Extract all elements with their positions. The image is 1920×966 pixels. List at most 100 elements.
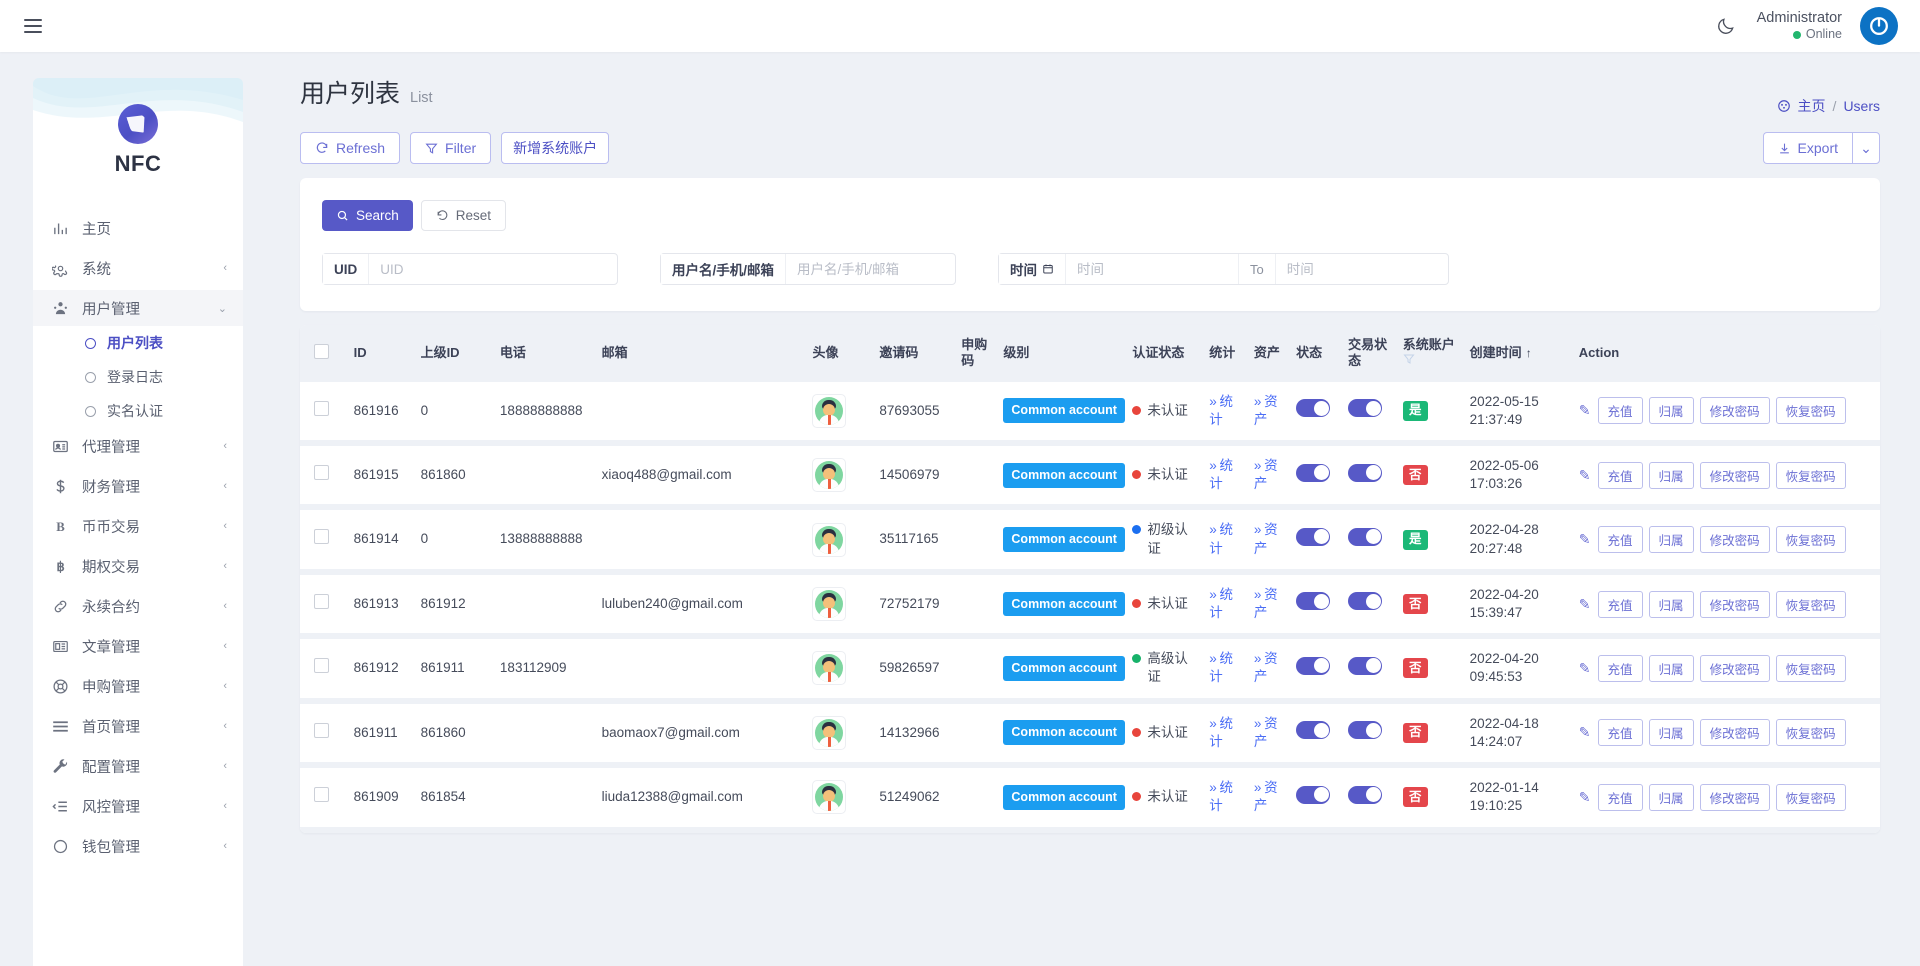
assets-link[interactable]: » 资产 xyxy=(1254,780,1278,813)
change-password-button[interactable]: 修改密码 xyxy=(1700,526,1770,553)
change-password-button[interactable]: 修改密码 xyxy=(1700,719,1770,746)
sidebar-item-3[interactable]: 代理管理‹ xyxy=(33,428,243,464)
sidebar-subitem-0[interactable]: 用户列表 xyxy=(33,326,243,360)
breadcrumb-home[interactable]: 主页 xyxy=(1798,96,1826,116)
export-dropdown-button[interactable]: ⌄ xyxy=(1852,132,1880,164)
sidebar-item-1[interactable]: 系统‹ xyxy=(33,250,243,286)
ownership-button[interactable]: 归属 xyxy=(1649,591,1694,618)
assets-link[interactable]: » 资产 xyxy=(1254,716,1278,749)
restore-password-button[interactable]: 恢复密码 xyxy=(1776,655,1846,682)
recharge-button[interactable]: 充值 xyxy=(1598,397,1643,424)
sidebar-item-5[interactable]: B币币交易‹ xyxy=(33,508,243,544)
stats-link[interactable]: » 统计 xyxy=(1209,716,1233,749)
status-toggle[interactable] xyxy=(1296,464,1330,482)
uid-input[interactable] xyxy=(369,254,617,284)
restore-password-button[interactable]: 恢复密码 xyxy=(1776,526,1846,553)
sidebar-item-10[interactable]: 首页管理‹ xyxy=(33,708,243,744)
stats-link[interactable]: » 统计 xyxy=(1209,651,1233,684)
refresh-button[interactable]: Refresh xyxy=(300,132,400,164)
moon-icon[interactable] xyxy=(1713,13,1739,39)
change-password-button[interactable]: 修改密码 xyxy=(1700,591,1770,618)
header-created-at[interactable]: 创建时间 ↑ xyxy=(1466,325,1575,382)
recharge-button[interactable]: 充值 xyxy=(1598,655,1643,682)
change-password-button[interactable]: 修改密码 xyxy=(1700,784,1770,811)
status-toggle[interactable] xyxy=(1296,399,1330,417)
search-button[interactable]: Search xyxy=(322,200,413,231)
assets-link[interactable]: » 资产 xyxy=(1254,587,1278,620)
assets-link[interactable]: » 资产 xyxy=(1254,522,1278,555)
status-toggle[interactable] xyxy=(1296,786,1330,804)
reset-button[interactable]: Reset xyxy=(421,200,506,231)
avatar[interactable] xyxy=(1860,7,1898,45)
assets-link[interactable]: » 资产 xyxy=(1254,394,1278,427)
change-password-button[interactable]: 修改密码 xyxy=(1700,655,1770,682)
add-system-account-button[interactable]: 新增系统账户 xyxy=(501,132,609,164)
restore-password-button[interactable]: 恢复密码 xyxy=(1776,591,1846,618)
edit-pencil-icon[interactable]: ✎ xyxy=(1579,530,1591,549)
sidebar-subitem-1[interactable]: 登录日志 xyxy=(33,360,243,394)
trade-status-toggle[interactable] xyxy=(1348,786,1382,804)
trade-status-toggle[interactable] xyxy=(1348,657,1382,675)
sidebar-subitem-2[interactable]: 实名认证 xyxy=(33,394,243,428)
trade-status-toggle[interactable] xyxy=(1348,592,1382,610)
sidebar-item-9[interactable]: 申购管理‹ xyxy=(33,668,243,704)
recharge-button[interactable]: 充值 xyxy=(1598,462,1643,489)
trade-status-toggle[interactable] xyxy=(1348,721,1382,739)
edit-pencil-icon[interactable]: ✎ xyxy=(1579,466,1591,485)
stats-link[interactable]: » 统计 xyxy=(1209,394,1233,427)
restore-password-button[interactable]: 恢复密码 xyxy=(1776,462,1846,489)
ownership-button[interactable]: 归属 xyxy=(1649,784,1694,811)
assets-link[interactable]: » 资产 xyxy=(1254,458,1278,491)
ownership-button[interactable]: 归属 xyxy=(1649,462,1694,489)
trade-status-toggle[interactable] xyxy=(1348,399,1382,417)
row-checkbox[interactable] xyxy=(314,658,329,673)
stats-link[interactable]: » 统计 xyxy=(1209,458,1233,491)
edit-pencil-icon[interactable]: ✎ xyxy=(1579,659,1591,678)
select-all-checkbox[interactable] xyxy=(314,344,329,359)
row-checkbox[interactable] xyxy=(314,401,329,416)
row-checkbox[interactable] xyxy=(314,465,329,480)
recharge-button[interactable]: 充值 xyxy=(1598,719,1643,746)
uid-field[interactable]: UID xyxy=(322,253,618,285)
row-checkbox[interactable] xyxy=(314,723,329,738)
row-checkbox[interactable] xyxy=(314,594,329,609)
export-button[interactable]: Export xyxy=(1763,132,1852,164)
assets-link[interactable]: » 资产 xyxy=(1254,651,1278,684)
stats-link[interactable]: » 统计 xyxy=(1209,780,1233,813)
time-range-field[interactable]: 时间 To xyxy=(998,253,1449,285)
stats-link[interactable]: » 统计 xyxy=(1209,587,1233,620)
sidebar-item-6[interactable]: ฿期权交易‹ xyxy=(33,548,243,584)
ownership-button[interactable]: 归属 xyxy=(1649,719,1694,746)
edit-pencil-icon[interactable]: ✎ xyxy=(1579,401,1591,420)
change-password-button[interactable]: 修改密码 xyxy=(1700,397,1770,424)
edit-pencil-icon[interactable]: ✎ xyxy=(1579,788,1591,807)
sidebar-item-4[interactable]: 财务管理‹ xyxy=(33,468,243,504)
sidebar-item-0[interactable]: 主页 xyxy=(33,210,243,246)
ownership-button[interactable]: 归属 xyxy=(1649,397,1694,424)
sidebar-item-2[interactable]: 用户管理⌄ xyxy=(33,290,243,326)
time-to-input[interactable] xyxy=(1276,254,1448,284)
stats-link[interactable]: » 统计 xyxy=(1209,522,1233,555)
username-field[interactable]: 用户名/手机/邮箱 xyxy=(660,253,956,285)
ownership-button[interactable]: 归属 xyxy=(1649,526,1694,553)
restore-password-button[interactable]: 恢复密码 xyxy=(1776,397,1846,424)
status-toggle[interactable] xyxy=(1296,657,1330,675)
user-info[interactable]: Administrator Online xyxy=(1757,9,1842,43)
sidebar-item-12[interactable]: 风控管理‹ xyxy=(33,788,243,824)
edit-pencil-icon[interactable]: ✎ xyxy=(1579,723,1591,742)
sidebar-item-7[interactable]: 永续合约‹ xyxy=(33,588,243,624)
recharge-button[interactable]: 充值 xyxy=(1598,784,1643,811)
row-checkbox[interactable] xyxy=(314,787,329,802)
recharge-button[interactable]: 充值 xyxy=(1598,591,1643,618)
ownership-button[interactable]: 归属 xyxy=(1649,655,1694,682)
change-password-button[interactable]: 修改密码 xyxy=(1700,462,1770,489)
restore-password-button[interactable]: 恢复密码 xyxy=(1776,784,1846,811)
sidebar-item-11[interactable]: 配置管理‹ xyxy=(33,748,243,784)
row-checkbox[interactable] xyxy=(314,529,329,544)
username-input[interactable] xyxy=(786,254,955,284)
edit-pencil-icon[interactable]: ✎ xyxy=(1579,595,1591,614)
hamburger-icon[interactable] xyxy=(22,15,44,37)
funnel-icon[interactable] xyxy=(1403,353,1415,365)
status-toggle[interactable] xyxy=(1296,528,1330,546)
status-toggle[interactable] xyxy=(1296,721,1330,739)
